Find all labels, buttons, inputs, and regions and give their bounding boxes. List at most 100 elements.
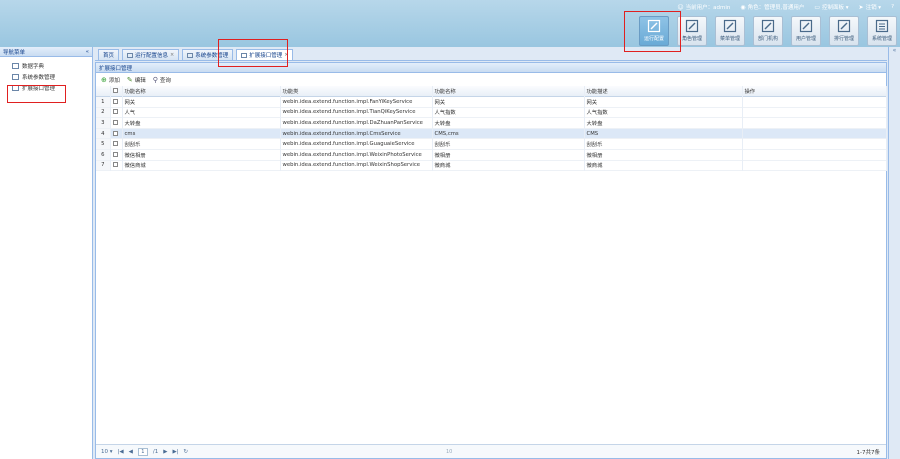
table-row[interactable]: 5 刮刮乐 webin.idea.extend.function.impl.Guag… — [96, 138, 887, 150]
tile-departments[interactable]: 部门机构 — [753, 16, 783, 46]
grid-icon — [127, 52, 134, 58]
cell-function-name: cms — [122, 128, 281, 139]
refresh-icon[interactable]: ↻ — [184, 449, 189, 455]
cell-description: 大转盘 — [584, 117, 743, 129]
table-row[interactable]: 4 cms webin.idea.extend.function.impl.CmsS… — [96, 128, 887, 139]
status-bar: ☺ 当前用户：admin ◉ 角色：管理员,普通用户 ▭ 控制面板 ▾ ➤ 注销 ▾ ? — [677, 3, 894, 12]
cell-alias: 网关 — [432, 96, 585, 108]
edit-icon — [647, 19, 661, 33]
cell-function-class: webin.idea.extend.function.impl.Guaguaie… — [280, 138, 433, 150]
search-button[interactable]: ⚲ 查询 — [153, 76, 171, 84]
control-panel-menu[interactable]: ▭ 控制面板 ▾ — [814, 3, 848, 12]
page-size-select[interactable]: 10 ▾ — [101, 449, 113, 455]
document-icon — [12, 62, 19, 69]
tile-user-management[interactable]: 用户管理 — [791, 16, 821, 46]
table-row[interactable]: 1 网关 webin.idea.extend.function.impl.FanYi… — [96, 96, 887, 108]
page-number-input[interactable]: 1 — [137, 447, 148, 456]
logout-menu[interactable]: ➤ 注销 ▾ — [858, 3, 882, 12]
row-number: 6 — [96, 149, 111, 161]
cell-function-name: 大转盘 — [122, 117, 281, 129]
expand-icon: « — [892, 47, 897, 54]
first-page-icon[interactable]: |◀ — [118, 449, 124, 455]
logout-icon: ➤ — [858, 3, 864, 11]
edit-button[interactable]: ✎ 编辑 — [127, 76, 146, 84]
help-button[interactable]: ? — [891, 3, 894, 11]
cell-operation — [742, 96, 887, 108]
tab-home[interactable]: 首页 — [98, 49, 120, 60]
top-banner: ☺ 当前用户：admin ◉ 角色：管理员,普通用户 ▭ 控制面板 ▾ ➤ 注销 ▾ ?… — [0, 0, 900, 47]
tab-extension-interfaces[interactable]: 扩展接口管理 × — [236, 49, 294, 60]
column-header[interactable]: 功能名称 — [122, 86, 281, 97]
column-header[interactable]: 功能描述 — [584, 86, 743, 97]
cell-function-class: webin.idea.extend.function.impl.WeixinSh… — [280, 160, 433, 171]
edit-icon — [837, 19, 851, 33]
select-all-checkbox[interactable] — [110, 86, 123, 97]
edit-icon — [723, 19, 737, 33]
tile-run-config[interactable]: 运行配置 — [639, 16, 669, 46]
total-pages: /1 — [152, 448, 159, 455]
tile-menu-management[interactable]: 菜单管理 — [715, 16, 745, 46]
cell-alias: 刮刮乐 — [432, 138, 585, 150]
cell-description: 微商城 — [584, 160, 743, 171]
content-panel: 扩展接口管理 ⊕ 添加 ✎ 编辑 ⚲ 查询 功能名称 功能类 功能名称 功能描述… — [95, 62, 887, 459]
module-toolbar: 运行配置 角色管理 菜单管理 部门机构 用户管理 排行管理 系统管理 — [639, 16, 897, 46]
sidebar: 导航菜单 « 数据字典 系统参数管理 扩展接口管理 — [0, 47, 93, 459]
tab-system-params[interactable]: 系统参数管理 — [182, 49, 234, 60]
add-icon: ⊕ — [101, 75, 107, 84]
row-checkbox[interactable] — [110, 96, 123, 108]
close-icon[interactable]: × — [284, 52, 288, 58]
column-header[interactable]: 操作 — [742, 86, 887, 97]
role-icon: ◉ — [740, 3, 746, 11]
tab-run-config[interactable]: 运行配置信息 × — [122, 49, 180, 60]
next-page-icon[interactable]: ▶ — [163, 449, 167, 455]
sidebar-item-system-params[interactable]: 系统参数管理 — [0, 71, 92, 82]
table-row[interactable]: 2 人气 webin.idea.extend.function.impl.TianQ… — [96, 107, 887, 118]
row-checkbox[interactable] — [110, 149, 123, 161]
row-checkbox[interactable] — [110, 138, 123, 150]
add-button[interactable]: ⊕ 添加 — [101, 76, 120, 84]
tile-ranking[interactable]: 排行管理 — [829, 16, 859, 46]
grid-header-row: 功能名称 功能类 功能名称 功能描述 操作 — [96, 86, 887, 97]
action-bar: ⊕ 添加 ✎ 编辑 ⚲ 查询 — [96, 73, 886, 86]
user-icon: ☺ — [677, 3, 684, 11]
tab-bar: 首页 运行配置信息 × 系统参数管理 扩展接口管理 × — [95, 47, 887, 61]
row-checkbox[interactable] — [110, 107, 123, 118]
row-checkbox[interactable] — [110, 128, 123, 139]
row-number: 4 — [96, 128, 111, 139]
cell-alias: 人气指数 — [432, 107, 585, 118]
row-checkbox[interactable] — [110, 160, 123, 171]
tile-system-management[interactable]: 系统管理 — [867, 16, 897, 46]
edit-icon — [685, 19, 699, 33]
row-number: 3 — [96, 117, 111, 129]
tile-role-management[interactable]: 角色管理 — [677, 16, 707, 46]
cell-function-class: webin.idea.extend.function.impl.FanYiKey… — [280, 96, 433, 108]
cell-description: 网关 — [584, 96, 743, 108]
collapse-icon[interactable]: « — [86, 49, 89, 55]
right-collapse-strip[interactable]: « — [888, 47, 900, 459]
cell-function-class: webin.idea.extend.function.impl.TianQiKe… — [280, 107, 433, 118]
cell-function-class: webin.idea.extend.function.impl.WeixinPh… — [280, 149, 433, 161]
cell-function-name: 刮刮乐 — [122, 138, 281, 150]
close-icon[interactable]: × — [170, 52, 174, 58]
prev-page-icon[interactable]: ◀ — [129, 449, 133, 455]
sidebar-item-data-dictionary[interactable]: 数据字典 — [0, 60, 92, 71]
help-icon: ? — [891, 4, 894, 10]
pagination-bar: 10 ▾ |◀ ◀ 1 /1 ▶ ▶| ↻ 1-7共7条 — [96, 444, 886, 458]
last-page-icon[interactable]: ▶| — [172, 449, 178, 455]
table-row[interactable]: 3 大转盘 webin.idea.extend.function.impl.DaZh… — [96, 117, 887, 129]
monitor-icon: ▭ — [814, 3, 821, 11]
cell-alias: 微相册 — [432, 149, 585, 161]
cell-operation — [742, 128, 887, 139]
grid-icon — [187, 52, 194, 58]
cell-operation — [742, 160, 887, 171]
cell-operation — [742, 107, 887, 118]
sidebar-item-extension-interfaces[interactable]: 扩展接口管理 — [0, 82, 92, 93]
table-row[interactable]: 6 微信相册 webin.idea.extend.function.impl.Wei… — [96, 149, 887, 161]
column-header[interactable]: 功能类 — [280, 86, 433, 97]
row-checkbox[interactable] — [110, 117, 123, 129]
edit-icon — [761, 19, 775, 33]
search-icon: ⚲ — [152, 75, 158, 84]
table-row[interactable]: 7 微信商城 webin.idea.extend.function.impl.Wei… — [96, 160, 887, 171]
cell-function-name: 微信相册 — [122, 149, 281, 161]
column-header[interactable]: 功能名称 — [432, 86, 585, 97]
